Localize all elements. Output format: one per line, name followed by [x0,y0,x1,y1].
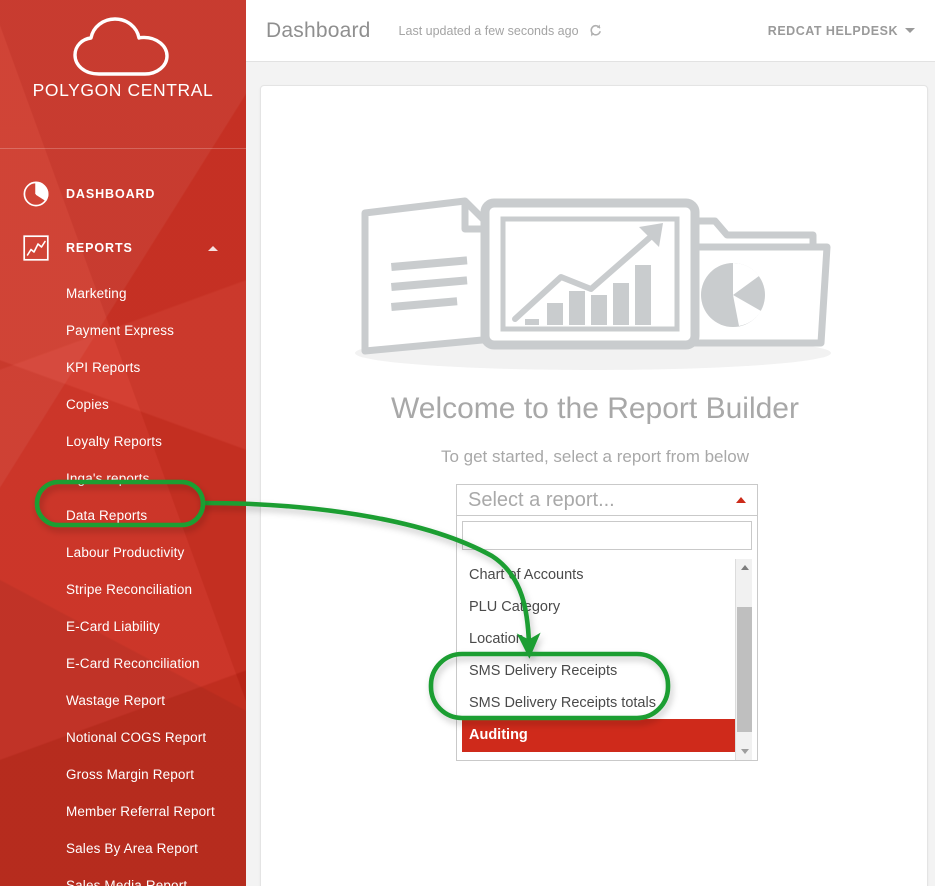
report-option-list[interactable]: Chart of Accounts PLU Category Location … [462,559,752,760]
sidebar-item-ecard-liability[interactable]: E-Card Liability [0,608,246,645]
report-builder-card: Welcome to the Report Builder To get sta… [260,85,928,886]
sidebar-item-loyalty-reports[interactable]: Loyalty Reports [0,423,246,460]
last-updated-label: Last updated a few seconds ago [398,23,579,38]
sidebar-subitem-label: Marketing [66,286,127,301]
welcome-subtitle: To get started, select a report from bel… [440,447,750,466]
scroll-down-arrow-icon[interactable] [736,743,752,760]
report-option-sms-delivery-receipts-totals[interactable]: SMS Delivery Receipts totals [462,687,752,719]
sidebar-item-kpi-reports[interactable]: KPI Reports [0,349,246,386]
sidebar-item-reports-label: REPORTS [66,241,133,255]
brand-header: POLYGON CENTRAL [0,16,246,149]
refresh-icon[interactable] [589,23,602,37]
report-option-group-auditing: Auditing [462,719,752,752]
sidebar-subitem-label: E-Card Reconciliation [66,656,200,671]
sidebar-item-reports[interactable]: REPORTS [0,221,246,275]
report-option-label: Location [469,631,524,647]
sidebar-subitem-label: Wastage Report [66,693,166,708]
report-search-input[interactable] [462,521,752,550]
report-option-plu-category[interactable]: PLU Category [462,591,752,623]
report-select-dropdown: Chart of Accounts PLU Category Location … [456,516,758,761]
sidebar-reports-submenu: Marketing Payment Express KPI Reports Co… [0,275,246,886]
sidebar-item-labour-productivity[interactable]: Labour Productivity [0,534,246,571]
report-builder-illustration [355,197,831,370]
chevron-up-icon [208,246,218,251]
report-option-location[interactable]: Location [462,623,752,655]
sidebar-item-member-referral-report[interactable]: Member Referral Report [0,793,246,830]
sidebar-subitem-label: Sales By Area Report [66,841,199,856]
sidebar-item-sales-media-report[interactable]: Sales Media Report [0,867,246,886]
report-option-label: SMS Delivery Receipts [469,663,618,679]
sidebar-item-dashboard-label: DASHBOARD [66,187,156,201]
sidebar-item-gross-margin-report[interactable]: Gross Margin Report [0,756,246,793]
sidebar-item-dashboard[interactable]: DASHBOARD [0,167,246,221]
sidebar-subitem-label: Notional COGS Report [66,730,207,745]
report-option-chart-of-accounts[interactable]: Chart of Accounts [462,559,752,591]
sidebar-subitem-label: Sales Media Report [66,878,188,886]
sidebar-subitem-label: Labour Productivity [66,545,185,560]
account-menu[interactable]: REDCAT HELPDESK [768,24,915,38]
sidebar-item-data-reports[interactable]: Data Reports [0,497,246,534]
sidebar-item-ecard-reconciliation[interactable]: E-Card Reconciliation [0,645,246,682]
welcome-title: Welcome to the Report Builder [391,392,799,425]
sidebar-subitem-label: Inga's reports [66,471,150,486]
sidebar-subitem-label: E-Card Liability [66,619,160,634]
caret-up-icon [736,497,746,503]
main-content: Dashboard Last updated a few seconds ago… [246,0,935,886]
sidebar-item-stripe-reconciliation[interactable]: Stripe Reconciliation [0,571,246,608]
sidebar-subitem-label: Loyalty Reports [66,434,163,449]
sidebar-subitem-label: KPI Reports [66,360,141,375]
scroll-up-arrow-icon[interactable] [736,559,752,576]
sidebar-item-copies[interactable]: Copies [0,386,246,423]
report-select: Select a report... Chart of Accounts PLU… [456,484,758,761]
sidebar-item-payment-express[interactable]: Payment Express [0,312,246,349]
sidebar-item-marketing[interactable]: Marketing [0,275,246,312]
cloud-icon [73,17,169,76]
report-option-label: PLU Category [469,599,561,615]
sidebar-subitem-label: Copies [66,397,109,412]
sidebar-item-sales-by-area-report[interactable]: Sales By Area Report [0,830,246,867]
sidebar: POLYGON CENTRAL DASHBOARD REPORTS Market… [0,0,246,886]
line-chart-icon [23,235,49,261]
sidebar-subitem-label: Member Referral Report [66,804,215,819]
sidebar-subitem-label: Gross Margin Report [66,767,195,782]
sidebar-subitem-label: Data Reports [66,508,148,523]
sidebar-item-wastage-report[interactable]: Wastage Report [0,682,246,719]
option-list-scrollbar[interactable] [735,559,752,760]
pie-chart-icon [23,181,49,207]
chevron-down-icon [905,28,915,33]
report-select-placeholder: Select a report... [468,488,615,511]
page-title: Dashboard [266,18,371,42]
report-option-group-label: Auditing [469,727,528,743]
report-option-label: SMS Delivery Receipts totals [469,695,656,711]
scrollbar-thumb[interactable] [737,607,752,732]
sidebar-subitem-label: Stripe Reconciliation [66,582,193,597]
report-select-box[interactable]: Select a report... [456,484,758,516]
report-option-sms-delivery-receipts[interactable]: SMS Delivery Receipts [462,655,752,687]
report-option-label: Chart of Accounts [469,567,584,583]
brand-title: POLYGON CENTRAL [32,80,214,100]
account-name-label: REDCAT HELPDESK [767,23,898,38]
last-updated-text: Last updated a few seconds ago [399,24,602,38]
application-window: POLYGON CENTRAL DASHBOARD REPORTS Market… [0,0,935,886]
sidebar-item-notional-cogs-report[interactable]: Notional COGS Report [0,719,246,756]
sidebar-item-ingas-reports[interactable]: Inga's reports [0,460,246,497]
sidebar-subitem-label: Payment Express [66,323,175,338]
top-bar: Dashboard Last updated a few seconds ago… [246,0,935,62]
